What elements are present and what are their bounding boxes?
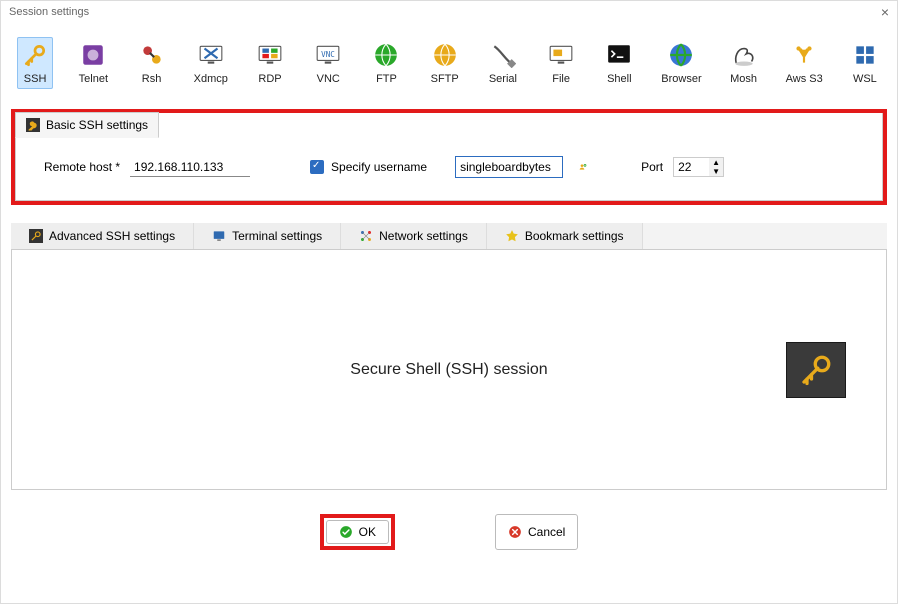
session-type-wsl[interactable]: WSL [847, 37, 883, 89]
session-type-label: Telnet [79, 73, 108, 85]
session-type-label: Xdmcp [194, 73, 228, 85]
session-type-vnc[interactable]: VNC VNC [310, 37, 346, 89]
port-label: Port [641, 160, 663, 174]
subtab-label: Network settings [379, 229, 468, 243]
settings-subcontent: Secure Shell (SSH) session [11, 250, 887, 490]
rdp-icon [256, 41, 284, 69]
session-type-shell[interactable]: Shell [601, 37, 637, 89]
session-type-rdp[interactable]: RDP [252, 37, 288, 89]
session-type-label: Aws S3 [786, 73, 823, 85]
subtab-icon [29, 229, 43, 243]
remote-host-label: Remote host * [44, 160, 120, 174]
ok-check-icon [339, 525, 353, 539]
key-icon [21, 41, 49, 69]
port-up-button[interactable]: ▲ [709, 158, 723, 167]
telnet-icon [79, 41, 107, 69]
session-type-label: Rsh [142, 73, 162, 85]
session-preview-title: Secure Shell (SSH) session [350, 361, 547, 379]
wsl-icon [851, 41, 879, 69]
session-type-label: RDP [258, 73, 281, 85]
basic-tab-label: Basic SSH settings [46, 118, 148, 132]
key-icon [26, 118, 40, 132]
subtab-label: Terminal settings [232, 229, 322, 243]
session-type-label: Mosh [730, 73, 757, 85]
session-type-label: WSL [853, 73, 877, 85]
session-type-label: Serial [489, 73, 517, 85]
port-down-button[interactable]: ▼ [709, 167, 723, 176]
subtab-network-settings[interactable]: Network settings [341, 223, 487, 249]
ok-button[interactable]: OK [326, 520, 389, 544]
session-type-browser[interactable]: Browser [659, 37, 703, 89]
session-type-ssh[interactable]: SSH [17, 37, 53, 89]
close-icon[interactable]: × [881, 4, 889, 20]
vnc-icon: VNC [314, 41, 342, 69]
rsh-icon [138, 41, 166, 69]
session-type-label: SFTP [431, 73, 459, 85]
session-type-aws-s3[interactable]: Aws S3 [784, 37, 825, 89]
session-type-serial[interactable]: Serial [485, 37, 521, 89]
session-type-label: FTP [376, 73, 397, 85]
session-type-list: SSH Telnet Rsh Xdmcp RDP VNC VNC FTP SFTP Serial F… [11, 31, 887, 105]
session-type-label: VNC [317, 73, 340, 85]
subtab-label: Advanced SSH settings [49, 229, 175, 243]
cancel-x-icon [508, 525, 522, 539]
session-type-sftp[interactable]: SFTP [427, 37, 463, 89]
xdmcp-icon [197, 41, 225, 69]
subtab-icon [359, 229, 373, 243]
file-icon [547, 41, 575, 69]
remote-host-input[interactable] [130, 158, 250, 177]
subtab-advanced-ssh-settings[interactable]: Advanced SSH settings [11, 223, 194, 249]
session-type-label: Shell [607, 73, 631, 85]
session-type-ftp[interactable]: FTP [368, 37, 404, 89]
session-type-mosh[interactable]: Mosh [725, 37, 761, 89]
session-type-label: Browser [661, 73, 701, 85]
user-picker-button[interactable] [573, 157, 593, 177]
port-input[interactable] [673, 157, 709, 177]
session-preview-keytile [786, 342, 846, 398]
session-type-rsh[interactable]: Rsh [133, 37, 169, 89]
specify-username-checkbox[interactable] [310, 160, 324, 174]
ok-label: OK [359, 525, 376, 539]
browser-icon [667, 41, 695, 69]
session-type-file[interactable]: File [543, 37, 579, 89]
subtab-bookmark-settings[interactable]: Bookmark settings [487, 223, 643, 249]
subtab-label: Bookmark settings [525, 229, 624, 243]
serial-icon [489, 41, 517, 69]
specify-username-label: Specify username [331, 160, 427, 174]
svg-text:VNC: VNC [321, 50, 335, 59]
window-title: Session settings [9, 6, 89, 18]
ftp-icon [372, 41, 400, 69]
session-type-label: SSH [24, 73, 47, 85]
mosh-icon [730, 41, 758, 69]
session-type-xdmcp[interactable]: Xdmcp [192, 37, 230, 89]
settings-subtabs: Advanced SSH settings Terminal settings Ne… [11, 223, 887, 250]
cancel-label: Cancel [528, 525, 565, 539]
username-input[interactable] [455, 156, 563, 178]
subtab-icon [505, 229, 519, 243]
session-type-telnet[interactable]: Telnet [75, 37, 111, 89]
session-type-label: File [552, 73, 570, 85]
port-stepper[interactable]: ▲ ▼ [709, 157, 724, 177]
shell-icon [605, 41, 633, 69]
subtab-icon [212, 229, 226, 243]
aws-icon [790, 41, 818, 69]
sftp-icon [431, 41, 459, 69]
ok-button-highlight: OK [320, 514, 395, 550]
basic-settings-highlight: Basic SSH settings Remote host * Specify… [11, 109, 887, 205]
basic-settings-tab: Basic SSH settings [15, 112, 159, 138]
subtab-terminal-settings[interactable]: Terminal settings [194, 223, 341, 249]
cancel-button[interactable]: Cancel [495, 514, 578, 550]
